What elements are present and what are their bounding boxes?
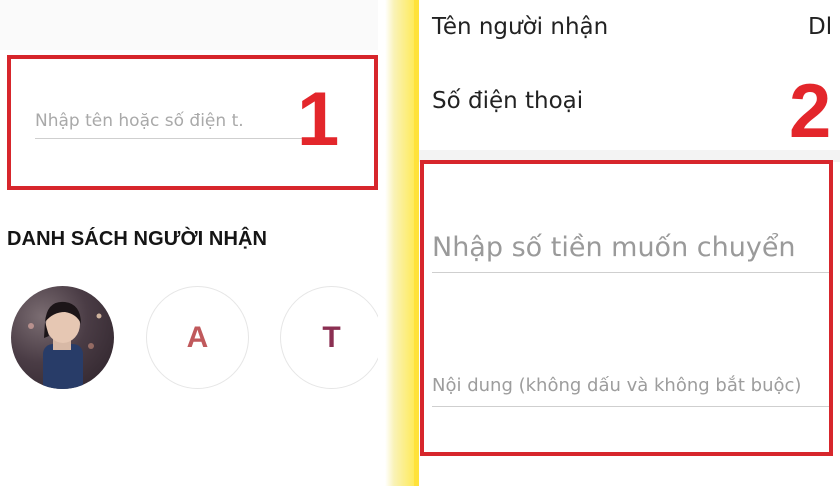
transfer-amount-screen: Tên người nhận Dl Số điện thoại 2 xyxy=(419,0,840,500)
transfer-recipient-screen: 1 DANH SÁCH NGƯỜI NHẬN A T xyxy=(0,0,378,500)
contact-item-t[interactable]: T xyxy=(280,286,378,389)
step-number-1: 1 xyxy=(297,77,340,162)
bottom-edge xyxy=(0,486,840,500)
contact-initial: T xyxy=(322,320,341,354)
step-number-2: 2 xyxy=(789,69,832,154)
recipient-name-label: Tên người nhận xyxy=(432,14,609,40)
top-bar xyxy=(0,0,378,51)
phone-label: Số điện thoại xyxy=(432,88,584,114)
form-highlight-box xyxy=(420,160,833,456)
contact-avatar-photo[interactable] xyxy=(11,286,114,389)
recipient-list-heading: DANH SÁCH NGƯỜI NHẬN xyxy=(7,228,268,250)
recipient-name-value: Dl xyxy=(808,14,833,40)
recipient-info-card: Tên người nhận Dl Số điện thoại xyxy=(419,0,840,150)
screen-divider xyxy=(378,0,418,500)
contact-initial: A xyxy=(186,320,209,354)
contact-item-a[interactable]: A xyxy=(146,286,249,389)
person-photo-icon xyxy=(28,301,102,389)
